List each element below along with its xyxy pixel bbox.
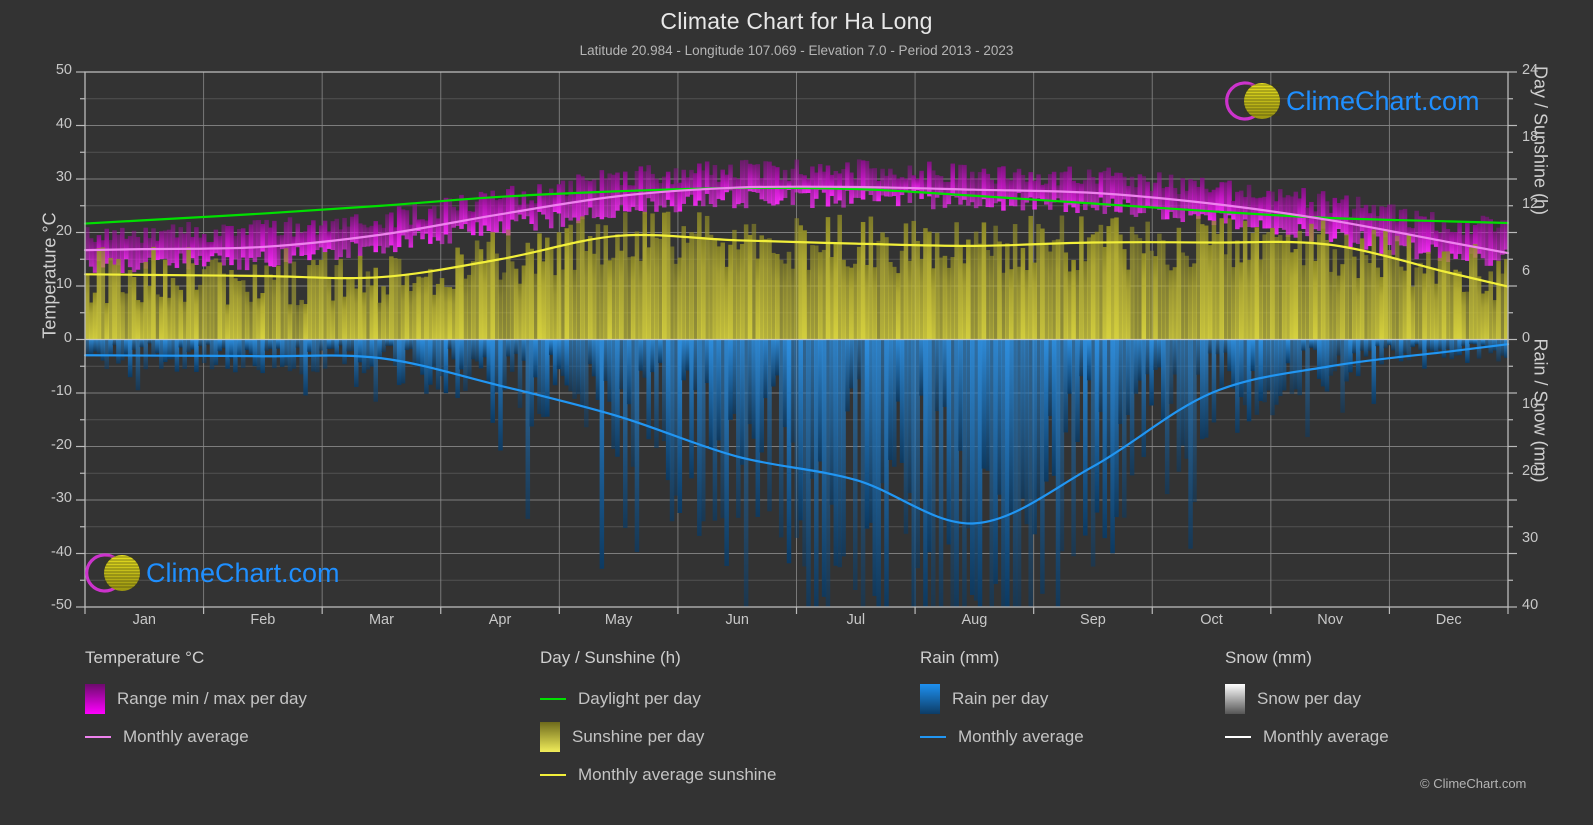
y-axis-left-tick: 30 xyxy=(55,169,72,185)
legend-line-icon xyxy=(540,698,566,700)
legend-item-label: Sunshine per day xyxy=(572,727,705,746)
watermark-logo-top: ClimeChart.com xyxy=(1225,81,1480,121)
legend-heading: Snow (mm) xyxy=(1225,648,1312,667)
y-axis-left-tick: 40 xyxy=(55,115,72,132)
y-axis-left-tick: -50 xyxy=(51,597,72,613)
climate-chart: ClimeChart.com ClimeChart.com xyxy=(76,71,1517,614)
legend-item[interactable]: Monthly average xyxy=(920,718,1084,756)
y-axis-left-tick: 20 xyxy=(55,222,72,239)
y-axis-right-top-tick: 6 xyxy=(1522,262,1531,279)
y-axis-right-top-tick: 12 xyxy=(1522,195,1539,212)
y-axis-right-bottom-tick: 20 xyxy=(1522,463,1539,480)
y-axis-left-tick: 50 xyxy=(55,62,72,78)
x-axis-tick-feb: Feb xyxy=(250,612,276,628)
x-axis-tick-dec: Dec xyxy=(1435,612,1462,628)
legend-item[interactable]: Range min / max per day xyxy=(85,680,307,718)
x-axis-tick-jul: Jul xyxy=(846,612,866,628)
y-axis-right-top-tick: 18 xyxy=(1522,128,1539,145)
legend-line-icon xyxy=(920,736,946,738)
x-axis-tick-oct: Oct xyxy=(1200,612,1223,628)
y-axis-right-bottom-tick: 40 xyxy=(1522,597,1539,613)
x-axis-tick-jun: Jun xyxy=(725,612,749,628)
legend-item-label: Monthly average xyxy=(1263,727,1389,746)
legend-swatch-icon xyxy=(540,722,560,752)
legend-item-label: Daylight per day xyxy=(578,689,701,708)
legend-column-snow-mm: Snow (mm) Snow per day Monthly average xyxy=(1225,648,1389,756)
legend-line-icon xyxy=(540,774,566,776)
legend-column-day-sunshine-h: Day / Sunshine (h) Daylight per day Sunshi… xyxy=(540,648,776,794)
watermark-logo-bottom: ClimeChart.com xyxy=(85,553,340,593)
legend-item[interactable]: Rain per day xyxy=(920,680,1084,718)
x-axis-tick-jan: Jan xyxy=(132,612,156,628)
legend-heading: Rain (mm) xyxy=(920,648,1000,667)
legend-item-label: Snow per day xyxy=(1257,689,1361,708)
x-axis-tick-sep: Sep xyxy=(1080,612,1106,628)
x-axis-tick-nov: Nov xyxy=(1317,612,1344,628)
legend-item-label: Rain per day xyxy=(952,689,1049,708)
legend-swatch-icon xyxy=(1225,684,1245,714)
legend-item[interactable]: Monthly average xyxy=(85,718,307,756)
y-axis-left-tick: -20 xyxy=(51,436,72,453)
legend-item-label: Monthly average xyxy=(958,727,1084,746)
legend-column-rain-mm: Rain (mm) Rain per day Monthly average xyxy=(920,648,1084,756)
y-axis-right-top-tick: 24 xyxy=(1522,62,1539,78)
legend-line-icon xyxy=(85,736,111,738)
y-axis-left-tick: -10 xyxy=(51,383,72,399)
svg-text:ClimeChart.com: ClimeChart.com xyxy=(146,558,340,588)
legend-item[interactable]: Snow per day xyxy=(1225,680,1389,718)
legend-item[interactable]: Daylight per day xyxy=(540,680,776,718)
legend-item-label: Monthly average xyxy=(123,727,249,746)
legend-item[interactable]: Sunshine per day xyxy=(540,718,776,756)
chart-legend: Temperature °C Range min / max per day Mon… xyxy=(0,648,1593,823)
legend-item-label: Monthly average sunshine xyxy=(578,765,777,784)
y-axis-left-tick: -40 xyxy=(51,543,72,560)
y-axis-left-tick: -30 xyxy=(51,490,72,506)
legend-swatch-icon xyxy=(85,684,105,714)
x-axis-tick-mar: Mar xyxy=(368,612,394,628)
x-axis-tick-apr: Apr xyxy=(488,612,512,628)
legend-column-temperature-c: Temperature °C Range min / max per day Mon… xyxy=(85,648,307,756)
legend-item[interactable]: Monthly average xyxy=(1225,718,1389,756)
legend-item[interactable]: Monthly average sunshine xyxy=(540,756,776,794)
x-axis-tick-may: May xyxy=(604,612,633,628)
copyright-notice: © ClimeChart.com xyxy=(1420,776,1527,791)
y-axis-left-tick: 0 xyxy=(63,329,72,346)
legend-item-label: Range min / max per day xyxy=(117,689,307,708)
svg-text:ClimeChart.com: ClimeChart.com xyxy=(1286,86,1480,116)
y-axis-left-tick: 10 xyxy=(55,276,72,292)
y-axis-right-top-tick: 0 xyxy=(1522,329,1531,346)
legend-heading: Day / Sunshine (h) xyxy=(540,648,681,667)
legend-line-icon xyxy=(1225,736,1251,738)
y-axis-right-bottom-tick: 10 xyxy=(1522,396,1539,413)
y-axis-right-bottom-tick: 30 xyxy=(1522,530,1539,547)
legend-swatch-icon xyxy=(920,684,940,714)
legend-heading: Temperature °C xyxy=(85,648,205,667)
x-axis-tick-aug: Aug xyxy=(961,612,988,628)
